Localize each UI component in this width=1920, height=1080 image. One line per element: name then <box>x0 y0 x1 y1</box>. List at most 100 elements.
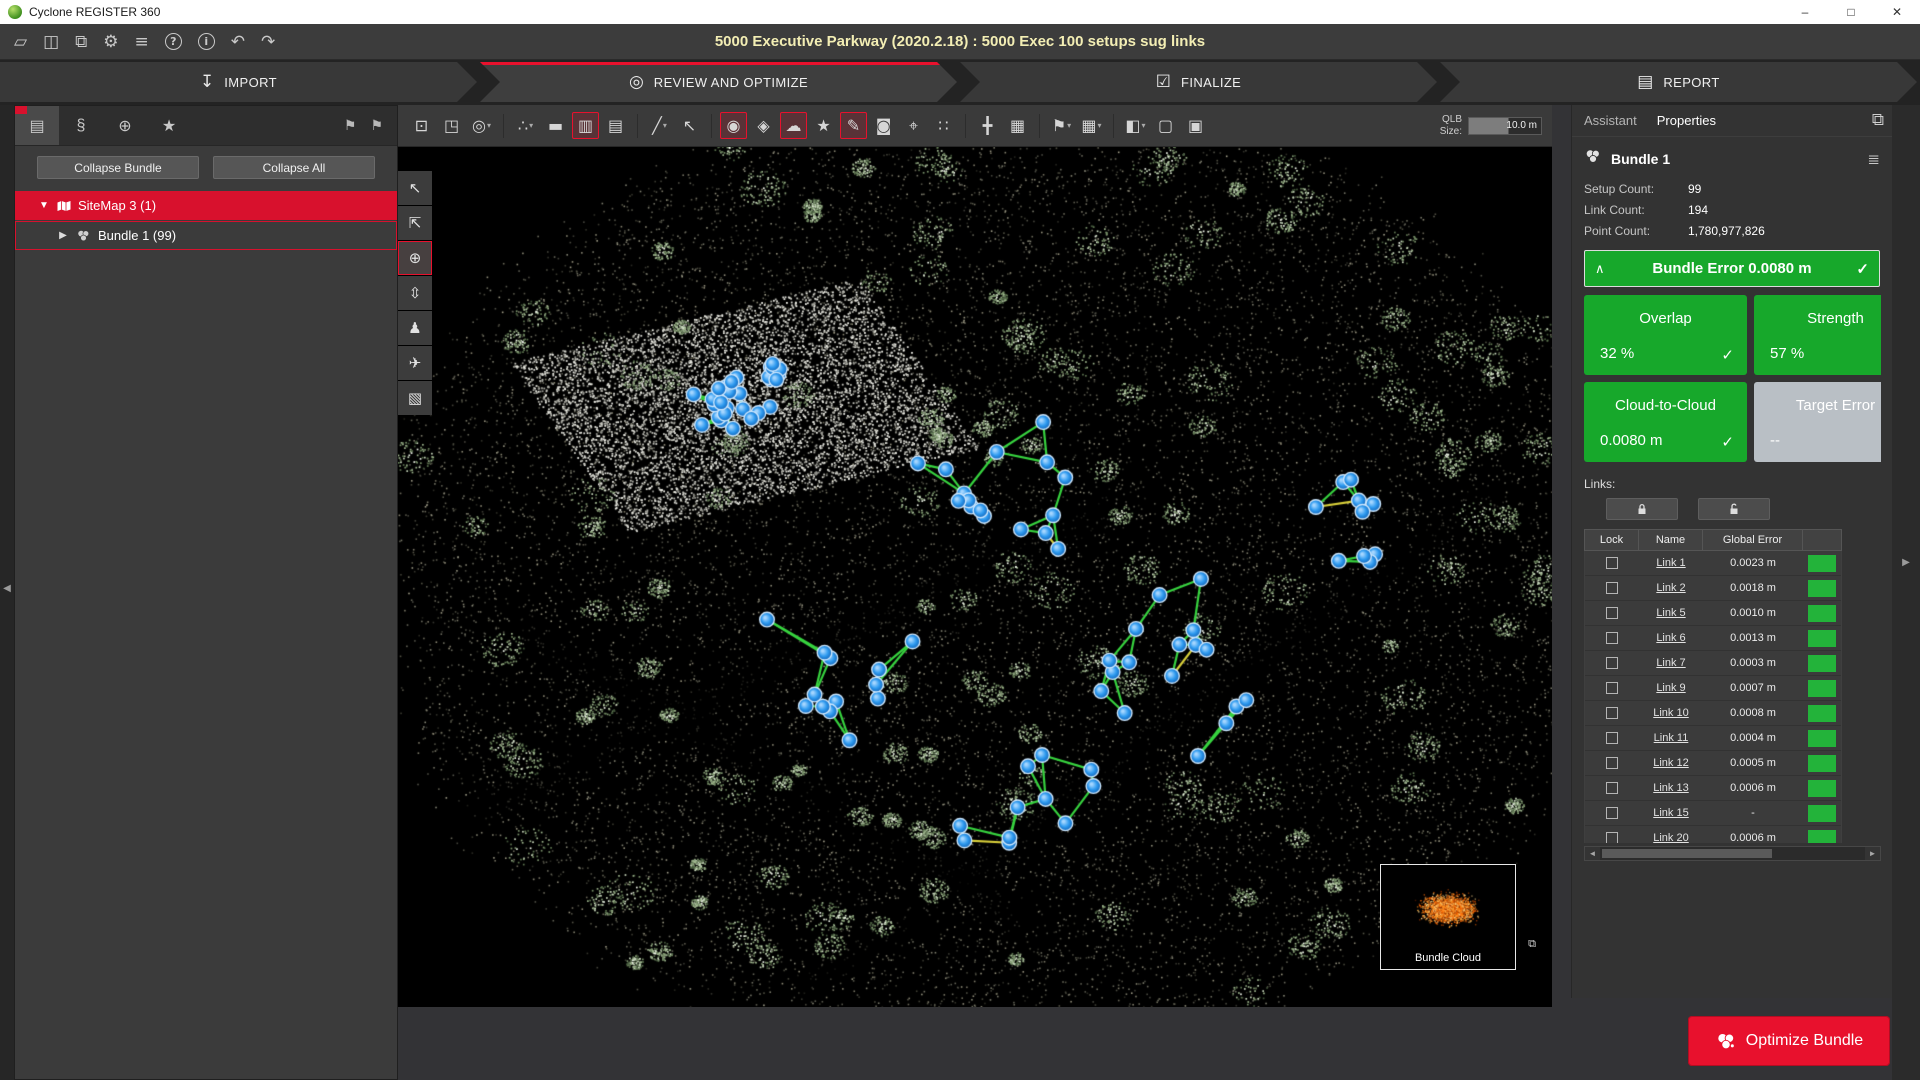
workflow-step-import[interactable]: ↧IMPORT <box>0 62 477 102</box>
screenshot-icon[interactable]: ⊡ <box>408 112 435 139</box>
link-name[interactable]: Link 6 <box>1656 632 1685 644</box>
quick-align-icon[interactable]: ★ <box>810 112 837 139</box>
link-name[interactable]: Link 12 <box>1653 757 1688 769</box>
list-icon[interactable]: ≡ <box>135 32 149 52</box>
elevation-tool[interactable]: ⇳ <box>398 276 432 310</box>
open-project-icon[interactable]: ▱ <box>14 32 27 52</box>
limit-box-reset-icon[interactable]: ▢ <box>1152 112 1179 139</box>
collapse-right-panel-arrow[interactable]: ▶ <box>1902 557 1910 568</box>
link-name[interactable]: Link 15 <box>1653 807 1688 819</box>
point-cloud-viewport[interactable]: ↖⇱⊕⇳♟✈▧ Bundle Cloud ⧉ <box>398 147 1552 1007</box>
link-name[interactable]: Link 11 <box>1654 732 1689 744</box>
qlb-size-slider[interactable]: 10.0 m <box>1468 117 1542 135</box>
pick-point-icon[interactable]: ↖ <box>676 112 703 139</box>
dock-flag2-icon[interactable]: ⚑ <box>370 117 383 134</box>
geotag-icon[interactable]: ⌖ <box>900 112 927 139</box>
link-name[interactable]: Link 13 <box>1653 782 1688 794</box>
lock-checkbox[interactable] <box>1606 757 1618 769</box>
tile-target-error[interactable]: Target Error-- <box>1754 382 1881 462</box>
tree-item-sitemap[interactable]: ▼ SiteMap 3 (1) <box>15 191 397 220</box>
select-tool[interactable]: ↖ <box>398 171 432 205</box>
cloud-to-cloud-icon[interactable]: ☁ <box>780 112 807 139</box>
lock-checkbox[interactable] <box>1606 557 1618 569</box>
link-name[interactable]: Link 5 <box>1656 607 1685 619</box>
workflow-step-finalize[interactable]: ☑FINALIZE <box>960 62 1437 102</box>
limit-box-manager-icon[interactable]: ▣ <box>1182 112 1209 139</box>
link-name[interactable]: Link 2 <box>1656 582 1685 594</box>
dropdown-arrow-icon[interactable]: ▾ <box>487 121 491 130</box>
close-button[interactable]: ✕ <box>1874 0 1920 24</box>
dropdown-arrow-icon[interactable]: ▾ <box>529 121 533 130</box>
help-icon[interactable]: ? <box>165 33 182 50</box>
expand-caret-icon[interactable]: ▶ <box>56 230 70 241</box>
geo-tab-icon[interactable]: ⊕ <box>103 106 147 145</box>
lock-checkbox[interactable] <box>1606 782 1618 794</box>
tab-assistant[interactable]: Assistant <box>1584 113 1637 128</box>
link-name[interactable]: Link 1 <box>1656 557 1685 569</box>
column-header-lock[interactable]: Lock <box>1585 530 1639 550</box>
fly-tool[interactable]: ✈ <box>398 346 432 380</box>
bundle-menu-icon[interactable]: ≣ <box>1867 150 1880 168</box>
tile-overlap[interactable]: Overlap32 %✓ <box>1584 295 1747 375</box>
split-view-icon[interactable]: ▥ <box>572 112 599 139</box>
column-header-global-error[interactable]: Global Error <box>1703 530 1803 550</box>
lock-checkbox[interactable] <box>1606 632 1618 644</box>
scroll-right-arrow[interactable]: ► <box>1865 847 1880 860</box>
dropdown-arrow-icon[interactable]: ▾ <box>1098 121 1102 130</box>
image-view-icon[interactable]: ▤ <box>602 112 629 139</box>
settings-gear-icon[interactable]: ⚙ <box>103 32 118 52</box>
panels-icon[interactable]: ⧉ <box>75 32 87 52</box>
move-setup-icon[interactable]: ╋ <box>974 112 1001 139</box>
link-name[interactable]: Link 20 <box>1653 832 1688 843</box>
table-horizontal-scrollbar[interactable]: ◄ ► <box>1584 846 1881 861</box>
column-header-name[interactable]: Name <box>1639 530 1703 550</box>
scanner-view-tool[interactable]: ♟ <box>398 311 432 345</box>
plane-view-icon[interactable]: ▬ <box>542 112 569 139</box>
redo-icon[interactable]: ↷ <box>261 32 275 52</box>
tab-properties[interactable]: Properties <box>1657 113 1716 128</box>
lock-checkbox[interactable] <box>1606 657 1618 669</box>
link-setups-icon[interactable]: ∷ <box>930 112 957 139</box>
favorites-tab-icon[interactable]: ★ <box>147 106 191 145</box>
collapse-chevron-icon[interactable]: ∧ <box>1595 261 1605 277</box>
point-display-icon[interactable]: ∴▾ <box>512 112 539 139</box>
undo-icon[interactable]: ↶ <box>231 32 245 52</box>
orbit-tool[interactable]: ⊕ <box>398 241 432 275</box>
tile-strength[interactable]: Strength57 %✓ <box>1754 295 1881 375</box>
workflow-step-review-and-optimize[interactable]: ◎REVIEW AND OPTIMIZE <box>480 62 957 102</box>
camera-icon[interactable]: ◙ <box>870 112 897 139</box>
scroll-left-arrow[interactable]: ◄ <box>1585 847 1600 860</box>
section-box-tool[interactable]: ▧ <box>398 381 432 415</box>
collapse-bundle-button[interactable]: Collapse Bundle <box>37 156 199 179</box>
lock-checkbox[interactable] <box>1606 832 1618 843</box>
info-icon[interactable]: i <box>198 33 215 50</box>
dock-flag-icon[interactable]: ⚑ <box>344 117 357 134</box>
apply-transform-icon[interactable]: ▦ <box>1004 112 1031 139</box>
link-name[interactable]: Link 7 <box>1656 657 1685 669</box>
dropdown-arrow-icon[interactable]: ▾ <box>1142 121 1146 130</box>
expand-caret-icon[interactable]: ▼ <box>37 200 51 211</box>
thumbnail-expand-icon[interactable]: ⧉ <box>1528 938 1536 951</box>
save-icon[interactable]: ◫ <box>43 32 59 52</box>
lock-checkbox[interactable] <box>1606 707 1618 719</box>
point-cloud-canvas[interactable] <box>398 147 1552 1007</box>
scrollbar-thumb[interactable] <box>1602 849 1772 858</box>
link-name[interactable]: Link 9 <box>1656 682 1685 694</box>
lock-checkbox[interactable] <box>1606 607 1618 619</box>
attachments-tab-icon[interactable]: § <box>59 106 103 145</box>
tree-item-bundle[interactable]: ▶ Bundle 1 (99) <box>15 221 397 250</box>
lock-checkbox[interactable] <box>1606 807 1618 819</box>
panel-layout-icon[interactable]: ⧉ <box>1872 110 1884 130</box>
lock-all-button[interactable] <box>1606 498 1678 520</box>
collapse-all-button[interactable]: Collapse All <box>213 156 375 179</box>
marquee-select-tool[interactable]: ⇱ <box>398 206 432 240</box>
maximize-button[interactable]: □ <box>1828 0 1874 24</box>
project-explorer-tab-icon[interactable]: ▤ <box>15 106 59 145</box>
draw-link-icon[interactable]: ✎ <box>840 112 867 139</box>
lock-checkbox[interactable] <box>1606 582 1618 594</box>
optimize-bundle-button[interactable]: Optimize Bundle <box>1688 1016 1890 1066</box>
add-target-icon[interactable]: ◉ <box>720 112 747 139</box>
zoom-window-icon[interactable]: ◎▾ <box>468 112 495 139</box>
tile-cloud-to-cloud[interactable]: Cloud-to-Cloud0.0080 m✓ <box>1584 382 1747 462</box>
link-name[interactable]: Link 10 <box>1653 707 1688 719</box>
